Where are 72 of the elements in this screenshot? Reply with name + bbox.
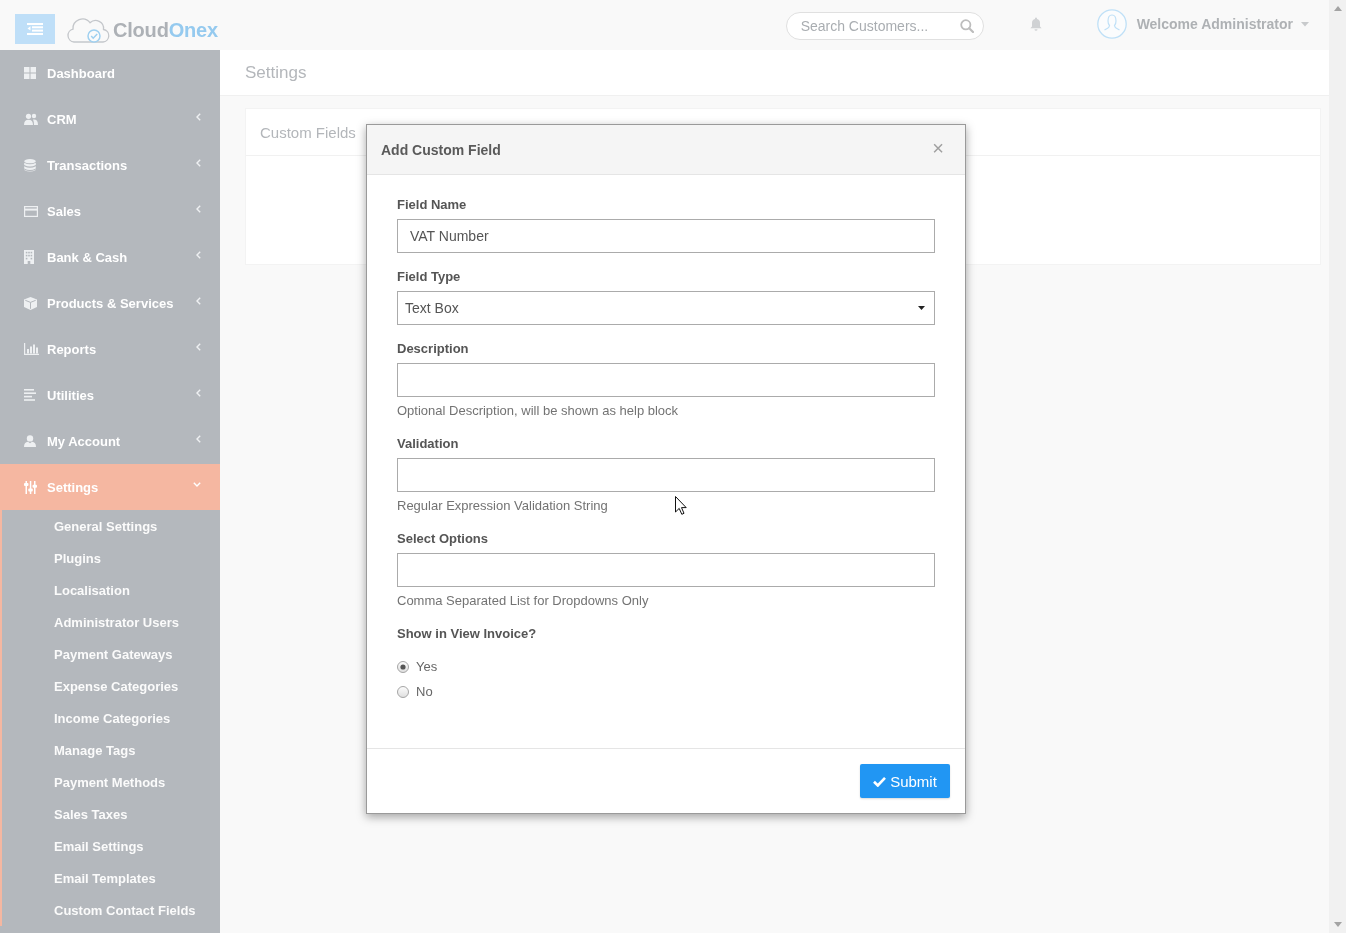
sidebar-item[interactable]: Sales xyxy=(0,188,220,234)
sidebar-item[interactable]: Reports xyxy=(0,326,220,372)
sidebar-item[interactable]: My Account xyxy=(0,418,220,464)
submenu-item[interactable]: Income Categories xyxy=(2,702,220,734)
user-icon xyxy=(24,435,36,447)
close-button[interactable]: × xyxy=(926,137,950,162)
submenu-item[interactable]: Manage Tags xyxy=(2,734,220,766)
page-title: Settings xyxy=(245,62,307,83)
scroll-down-icon[interactable] xyxy=(1333,922,1342,927)
user-menu-button[interactable]: Welcome Administrator xyxy=(1136,16,1309,32)
input-field[interactable] xyxy=(397,458,935,492)
text-lines-icon xyxy=(24,389,36,401)
field-label: Show in View Invoice? xyxy=(397,625,537,643)
building-icon xyxy=(24,250,34,264)
submenu-item[interactable]: Payment Gateways xyxy=(2,638,220,670)
cube-icon xyxy=(24,296,37,310)
input-field[interactable] xyxy=(397,363,935,397)
radio-label[interactable]: Yes xyxy=(416,659,438,674)
bar-chart-icon xyxy=(24,343,39,355)
logo-text: CloudOnex xyxy=(113,18,218,42)
submenu-item[interactable]: Email Settings xyxy=(2,830,220,862)
radio-button[interactable] xyxy=(397,685,409,698)
radio-label[interactable]: No xyxy=(416,684,433,699)
submenu-item[interactable]: Payment Methods xyxy=(2,766,220,798)
sidebar-item[interactable]: Dashboard xyxy=(0,50,220,96)
check-icon xyxy=(873,775,887,787)
sidebar-item[interactable]: Utilities xyxy=(0,372,220,418)
scrollbar[interactable] xyxy=(1329,0,1346,933)
input-field[interactable]: VAT Number xyxy=(397,219,935,253)
submenu-item[interactable]: Sales Taxes xyxy=(2,798,220,830)
avatar-icon xyxy=(1096,9,1127,39)
search-icon[interactable] xyxy=(959,19,974,33)
menu-icon xyxy=(27,23,43,35)
help-text: Optional Description, will be shown as help block xyxy=(397,402,679,420)
bell-icon[interactable] xyxy=(1029,17,1042,31)
select-field[interactable]: Text Box xyxy=(397,291,935,325)
submenu-item[interactable]: General Settings xyxy=(2,510,220,542)
submenu-item[interactable]: Email Templates xyxy=(2,862,220,894)
sidebar-item[interactable]: CRM xyxy=(0,96,220,142)
cloud-check-icon xyxy=(66,16,110,44)
database-icon xyxy=(24,158,36,172)
submenu-item[interactable]: Plugins xyxy=(2,542,220,574)
mouse-cursor-icon xyxy=(675,496,687,515)
input-field[interactable] xyxy=(397,553,935,587)
caret-down-icon xyxy=(918,306,925,310)
submit-button[interactable]: Submit xyxy=(860,764,950,798)
menu-toggle-button[interactable] xyxy=(15,14,55,44)
field-label: Description xyxy=(397,340,469,358)
modal-title: Add Custom Field xyxy=(381,141,501,158)
field-label: Select Options xyxy=(397,530,489,548)
radio-button[interactable] xyxy=(397,660,409,673)
sidebar-item[interactable]: Settings xyxy=(0,464,220,510)
caret-down-icon xyxy=(1301,21,1309,27)
field-label: Field Type xyxy=(397,268,461,286)
submenu-item[interactable]: Custom Contact Fields xyxy=(2,894,220,926)
submenu-item[interactable]: Expense Categories xyxy=(2,670,220,702)
search-field[interactable]: Search Customers... xyxy=(785,12,984,40)
credit-card-icon xyxy=(24,205,38,217)
sliders-icon xyxy=(24,480,37,494)
card-title: Custom Fields xyxy=(260,123,356,141)
sidebar-item[interactable]: Bank & Cash xyxy=(0,234,220,280)
submenu-item[interactable]: Localisation xyxy=(2,574,220,606)
sidebar-item[interactable]: Transactions xyxy=(0,142,220,188)
help-text: Regular Expression Validation String xyxy=(397,497,608,515)
grid-icon xyxy=(24,67,36,79)
submenu-item[interactable]: Administrator Users xyxy=(2,606,220,638)
scroll-up-icon[interactable] xyxy=(1333,6,1342,11)
users-icon xyxy=(24,113,38,125)
help-text: Comma Separated List for Dropdowns Only xyxy=(397,592,649,610)
field-label: Field Name xyxy=(397,196,467,214)
sidebar-item[interactable]: Products & Services xyxy=(0,280,220,326)
field-label: Validation xyxy=(397,435,459,453)
